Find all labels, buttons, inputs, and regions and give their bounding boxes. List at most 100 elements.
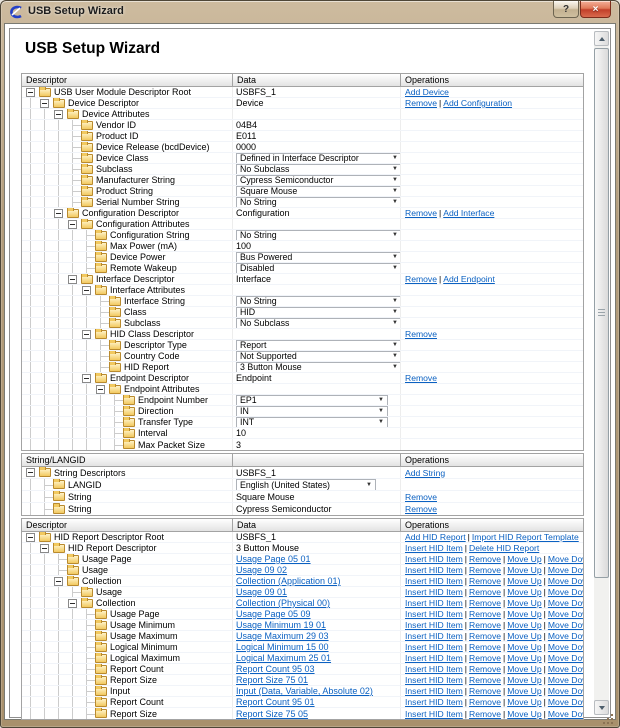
operation-link[interactable]: Move Up (507, 565, 541, 575)
tree-expander[interactable] (40, 99, 49, 108)
data-link[interactable]: Usage Page 05 01 (236, 554, 311, 564)
operation-link[interactable]: Remove (469, 709, 501, 719)
data-link[interactable]: Collection (Application 01) (236, 576, 341, 586)
operation-link[interactable]: Move Down (548, 675, 583, 685)
operation-link[interactable]: Insert HID Item (405, 554, 463, 564)
data-link[interactable]: Usage 09 01 (236, 587, 287, 597)
data-link[interactable]: Logical Minimum 15 00 (236, 642, 329, 652)
data-select[interactable]: No Subclass▼ (236, 164, 401, 174)
operation-link[interactable]: Add Interface (443, 208, 494, 218)
operation-link[interactable]: Move Down (548, 587, 583, 597)
operation-link[interactable]: Move Down (548, 686, 583, 696)
operation-link[interactable]: Move Up (507, 620, 541, 630)
operation-link[interactable]: Add String (405, 468, 445, 478)
operation-link[interactable]: Import HID Report Template (472, 532, 579, 542)
operation-link[interactable]: Insert HID Item (405, 565, 463, 575)
data-link[interactable]: Usage 09 02 (236, 565, 287, 575)
data-select[interactable]: Square Mouse▼ (236, 186, 401, 196)
operation-link[interactable]: Remove (469, 653, 501, 663)
operation-link[interactable]: Remove (469, 642, 501, 652)
operation-link[interactable]: Move Down (548, 631, 583, 641)
operation-link[interactable]: Insert HID Item (405, 543, 463, 553)
close-button[interactable]: × (580, 1, 611, 18)
operation-link[interactable]: Move Up (507, 609, 541, 619)
tree-expander[interactable] (68, 220, 77, 229)
operation-link[interactable]: Move Down (548, 653, 583, 663)
tree-expander[interactable] (54, 110, 63, 119)
data-select[interactable]: Not Supported▼ (236, 351, 401, 361)
data-link[interactable]: Logical Maximum 25 01 (236, 653, 331, 663)
operation-link[interactable]: Add Device (405, 87, 449, 97)
operation-link[interactable]: Remove (405, 98, 437, 108)
data-link[interactable]: Report Count 95 01 (236, 697, 315, 707)
operation-link[interactable]: Insert HID Item (405, 686, 463, 696)
data-select[interactable]: Defined in Interface Descriptor▼ (236, 153, 401, 163)
operation-link[interactable]: Remove (405, 329, 437, 339)
operation-link[interactable]: Insert HID Item (405, 587, 463, 597)
operation-link[interactable]: Insert HID Item (405, 609, 463, 619)
data-link[interactable]: Collection (Physical 00) (236, 598, 330, 608)
data-select[interactable]: Cypress Semiconductor▼ (236, 175, 401, 185)
operation-link[interactable]: Move Down (548, 554, 583, 564)
window-titlebar[interactable]: USB Setup Wizard ? × (1, 1, 619, 23)
tree-expander[interactable] (26, 468, 35, 477)
operation-link[interactable]: Move Up (507, 675, 541, 685)
scroll-down-button[interactable] (594, 700, 609, 715)
operation-link[interactable]: Move Up (507, 664, 541, 674)
operation-link[interactable]: Remove (469, 587, 501, 597)
operation-link[interactable]: Remove (469, 554, 501, 564)
scroll-up-button[interactable] (594, 31, 609, 46)
data-select[interactable]: No Subclass▼ (236, 318, 401, 328)
tree-expander[interactable] (82, 286, 91, 295)
data-link[interactable]: Usage Page 05 09 (236, 609, 311, 619)
tree-expander[interactable] (40, 544, 49, 553)
operation-link[interactable]: Remove (469, 686, 501, 696)
operation-link[interactable]: Move Up (507, 642, 541, 652)
data-select[interactable]: No String▼ (236, 296, 401, 306)
operation-link[interactable]: Remove (469, 576, 501, 586)
data-select[interactable]: Bus Powered▼ (236, 252, 401, 262)
data-select[interactable]: EP1▼ (236, 395, 388, 405)
operation-link[interactable]: Move Up (507, 554, 541, 564)
operation-link[interactable]: Move Down (548, 697, 583, 707)
operation-link[interactable]: Move Up (507, 653, 541, 663)
operation-link[interactable]: Insert HID Item (405, 598, 463, 608)
operation-link[interactable]: Move Up (507, 598, 541, 608)
operation-link[interactable]: Remove (469, 609, 501, 619)
operation-link[interactable]: Insert HID Item (405, 709, 463, 719)
data-select[interactable]: HID▼ (236, 307, 401, 317)
operation-link[interactable]: Move Down (548, 598, 583, 608)
operation-link[interactable]: Move Down (548, 609, 583, 619)
data-link[interactable]: Input (Data, Variable, Absolute 02) (236, 686, 373, 696)
operation-link[interactable]: Move Down (548, 620, 583, 630)
tree-expander[interactable] (26, 88, 35, 97)
operation-link[interactable]: Move Down (548, 565, 583, 575)
tree-expander[interactable] (26, 533, 35, 542)
operation-link[interactable]: Move Up (507, 686, 541, 696)
data-select[interactable]: English (United States)▼ (236, 479, 376, 490)
operation-link[interactable]: Move Down (548, 709, 583, 719)
data-link[interactable]: Report Size 75 01 (236, 675, 308, 685)
operation-link[interactable]: Remove (469, 631, 501, 641)
tree-expander[interactable] (68, 275, 77, 284)
data-link[interactable]: Usage Maximum 29 03 (236, 631, 329, 641)
data-select[interactable]: IN▼ (236, 406, 388, 416)
operation-link[interactable]: Remove (405, 373, 437, 383)
tree-expander[interactable] (68, 599, 77, 608)
operation-link[interactable]: Remove (469, 565, 501, 575)
operation-link[interactable]: Delete HID Report (469, 543, 539, 553)
operation-link[interactable]: Insert HID Item (405, 675, 463, 685)
operation-link[interactable]: Move Up (507, 576, 541, 586)
data-select[interactable]: Disabled▼ (236, 263, 401, 273)
operation-link[interactable]: Insert HID Item (405, 653, 463, 663)
tree-expander[interactable] (96, 385, 105, 394)
operation-link[interactable]: Move Up (507, 631, 541, 641)
data-select[interactable]: No String▼ (236, 230, 401, 240)
operation-link[interactable]: Move Down (548, 576, 583, 586)
tree-expander[interactable] (82, 374, 91, 383)
operation-link[interactable]: Insert HID Item (405, 697, 463, 707)
operation-link[interactable]: Move Up (507, 709, 541, 719)
vertical-scrollbar[interactable] (594, 31, 609, 715)
operation-link[interactable]: Remove (469, 620, 501, 630)
operation-link[interactable]: Add HID Report (405, 532, 466, 542)
